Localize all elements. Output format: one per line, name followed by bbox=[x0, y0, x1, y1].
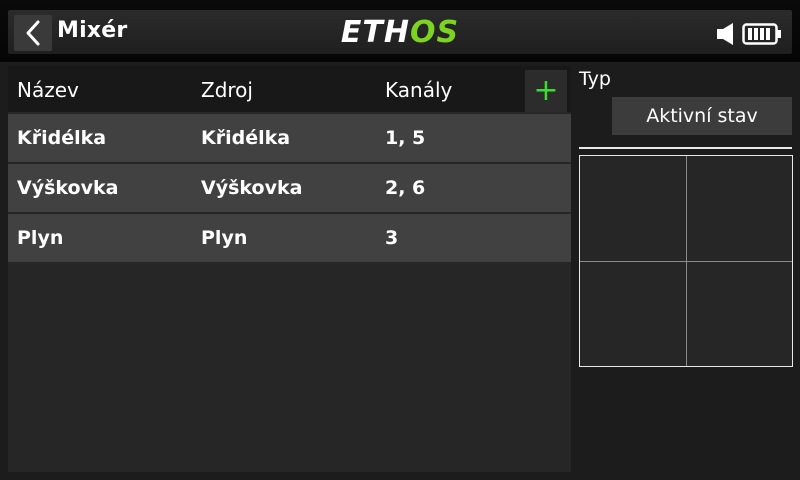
active-state-button[interactable]: Aktivní stav bbox=[612, 97, 792, 135]
speaker-icon[interactable] bbox=[716, 21, 738, 47]
chevron-left-icon bbox=[26, 20, 40, 46]
row-source: Plyn bbox=[201, 227, 248, 249]
row-channels: 1, 5 bbox=[385, 127, 426, 149]
column-header-name: Název bbox=[17, 78, 79, 102]
add-mix-button[interactable]: + bbox=[525, 70, 567, 112]
mixer-table: Název Zdroj Kanály + Křidélka Křidélka 1… bbox=[8, 66, 571, 472]
logo-text-eth: ETH bbox=[340, 14, 410, 50]
page-title: Mixér bbox=[57, 18, 128, 43]
row-name: Křidélka bbox=[17, 127, 107, 149]
type-label: Typ bbox=[579, 68, 611, 90]
row-name: Plyn bbox=[17, 227, 64, 249]
divider bbox=[579, 147, 792, 149]
table-row[interactable]: Plyn Plyn 3 bbox=[8, 214, 571, 262]
plus-icon: + bbox=[533, 73, 559, 108]
mix-curve-graph bbox=[579, 155, 793, 367]
row-source: Křidélka bbox=[201, 127, 291, 149]
graph-horizontal-axis bbox=[580, 261, 792, 262]
row-source: Výškovka bbox=[201, 177, 303, 199]
column-header-source: Zdroj bbox=[201, 78, 253, 102]
table-row[interactable]: Křidélka Křidélka 1, 5 bbox=[8, 114, 571, 162]
row-name: Výškovka bbox=[17, 177, 119, 199]
back-button[interactable] bbox=[14, 15, 52, 51]
row-channels: 2, 6 bbox=[385, 177, 426, 199]
battery-icon[interactable] bbox=[742, 21, 782, 47]
table-row[interactable]: Výškovka Výškovka 2, 6 bbox=[8, 164, 571, 212]
table-header: Název Zdroj Kanály + bbox=[8, 66, 571, 112]
column-header-channels: Kanály bbox=[385, 78, 453, 102]
status-icons bbox=[716, 20, 784, 48]
logo-text-os: OS bbox=[409, 14, 460, 50]
ethos-logo: ETH OS bbox=[337, 14, 463, 50]
row-channels: 3 bbox=[385, 227, 399, 249]
